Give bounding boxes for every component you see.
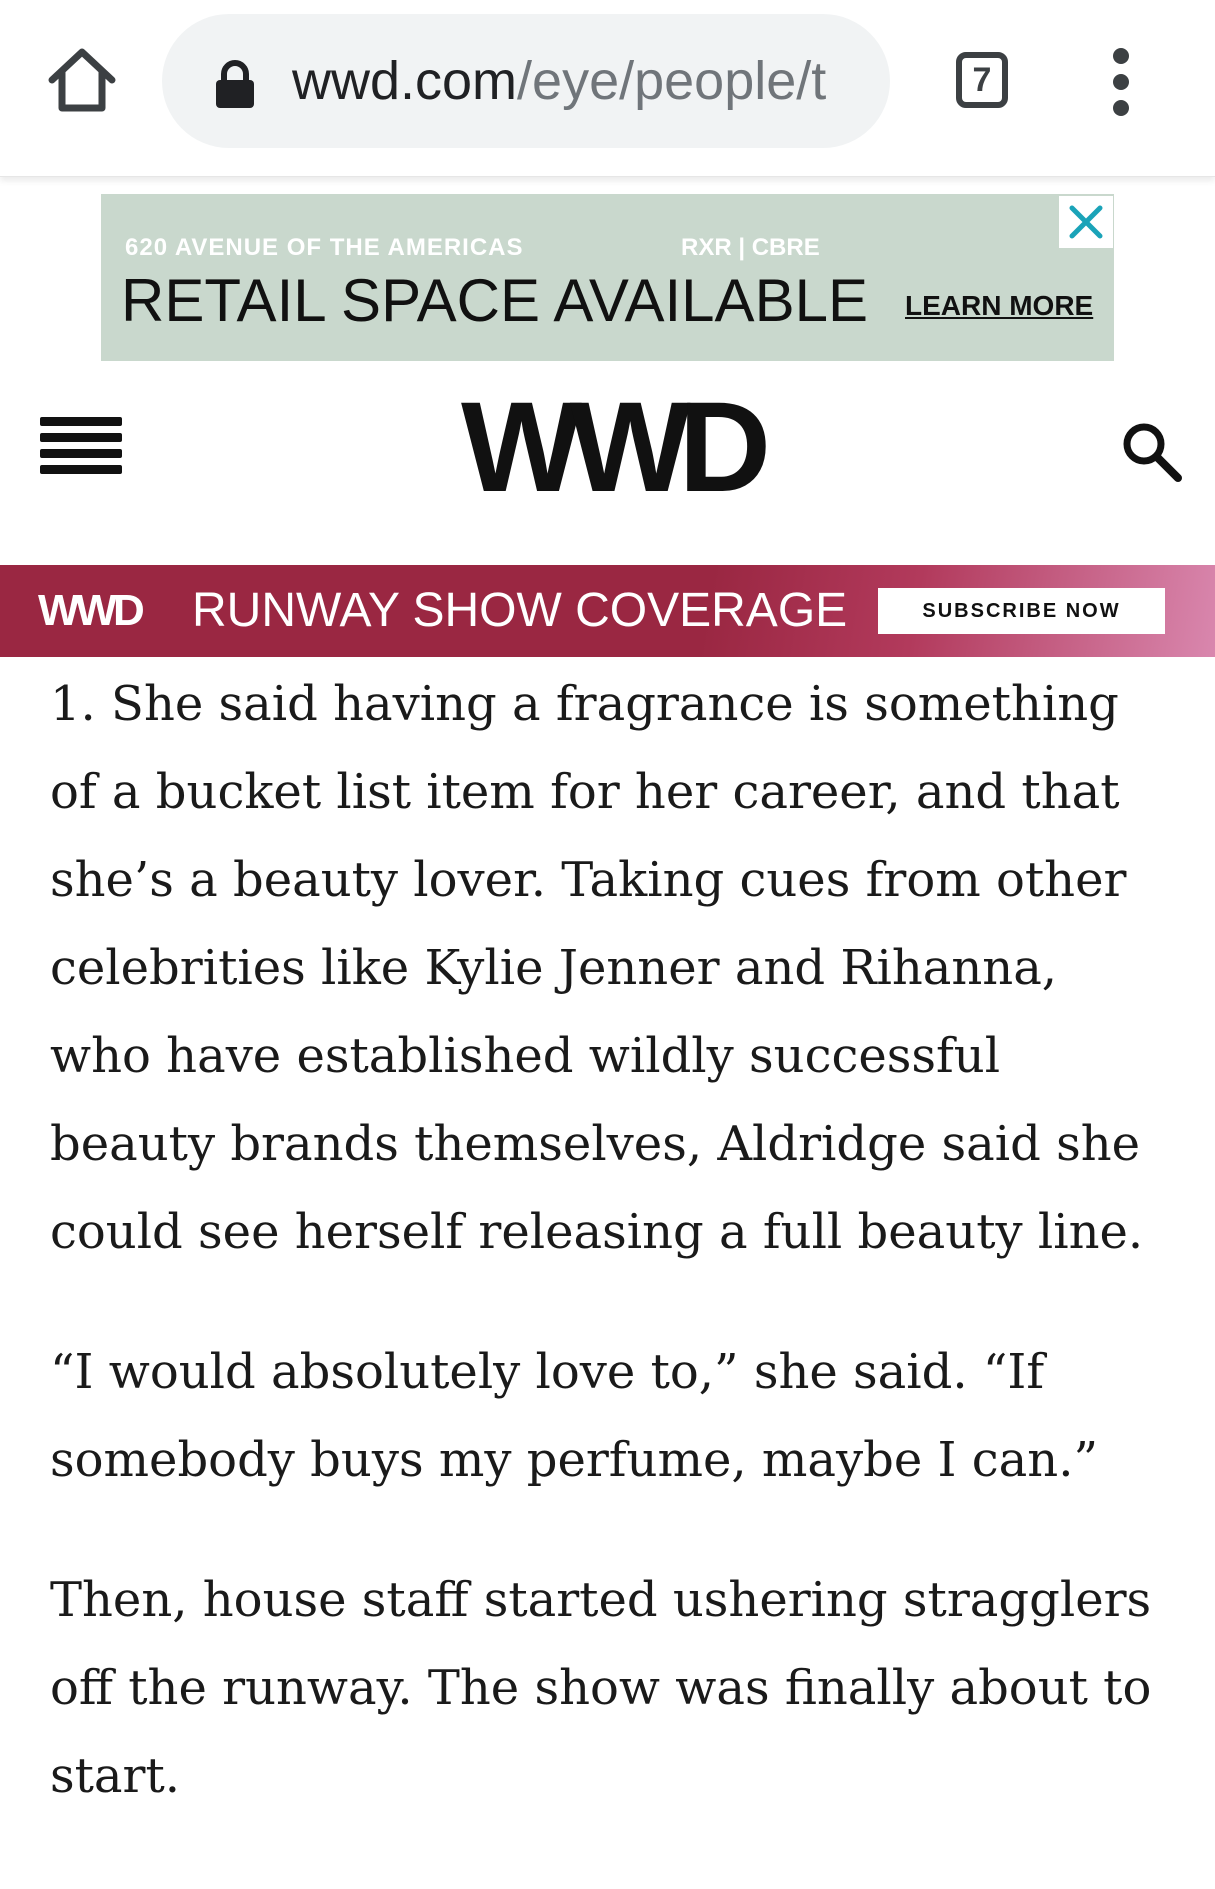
browser-toolbar: wwd.com/eye/people/t 7 [0,0,1215,177]
strip-logo: WWD [38,586,145,635]
search-icon[interactable] [1120,420,1184,484]
runway-coverage-banner[interactable]: WWD RUNWAY SHOW COVERAGE SUBSCRIBE NOW [0,565,1215,657]
menu-icon[interactable] [40,415,122,475]
subscribe-now-button[interactable]: SUBSCRIBE NOW [878,588,1165,634]
lock-icon [214,60,256,108]
ad-learn-more-link[interactable]: LEARN MORE [905,290,1093,322]
article-paragraph: Then, house staff started ushering strag… [50,1572,1152,1804]
ad-headline: RETAIL SPACE AVAILABLE [121,267,868,334]
url-path: /eye/people/t [517,51,827,111]
article-body: 1. She said having a fragrance is someth… [50,660,1170,1872]
home-icon[interactable] [44,42,120,118]
more-options-icon[interactable] [1098,48,1144,116]
ad-address: 620 AVENUE OF THE AMERICAS [125,234,524,261]
ad-banner[interactable]: 620 AVENUE OF THE AMERICAS RXR | CBRE RE… [101,194,1114,361]
url-text: wwd.com/eye/people/t [292,14,826,148]
site-logo[interactable]: WWD [430,384,790,512]
tab-switcher-button[interactable]: 7 [956,52,1008,108]
address-bar[interactable]: wwd.com/eye/people/t [162,14,890,148]
url-host: wwd.com [292,51,518,111]
strip-title: RUNWAY SHOW COVERAGE [192,584,848,637]
ad-close-icon[interactable] [1059,196,1113,248]
ad-brands: RXR | CBRE [681,234,820,261]
article-paragraph: “I would absolutely love to,” she said. … [50,1344,1098,1488]
article-paragraph: 1. She said having a fragrance is someth… [50,676,1144,1260]
